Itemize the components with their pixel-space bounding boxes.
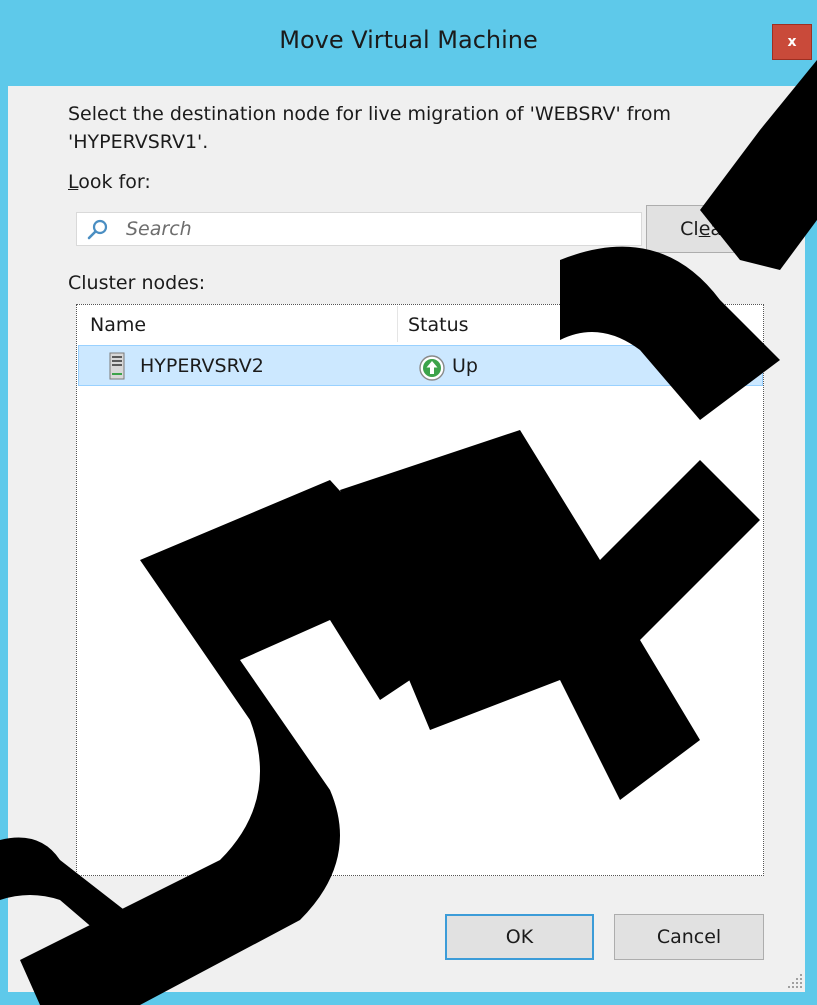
clear-button[interactable]: Clear — [646, 205, 764, 253]
look-for-label-rest: ook for: — [78, 171, 151, 193]
node-name: HYPERVSRV2 — [140, 355, 264, 377]
up-arrow-icon — [419, 355, 445, 381]
cluster-nodes-label: Cluster nodes: — [68, 272, 206, 294]
clear-button-label-b: ar — [710, 218, 730, 240]
search-placeholder: Search — [126, 218, 192, 240]
node-status: Up — [452, 355, 478, 377]
column-header-status[interactable]: Status — [408, 314, 469, 336]
ok-button[interactable]: OK — [445, 914, 594, 960]
look-for-label-accel: L — [68, 171, 79, 193]
dialog-title: Move Virtual Machine — [279, 26, 538, 54]
column-divider[interactable] — [397, 306, 398, 342]
search-icon — [87, 219, 108, 240]
clear-button-label-accel: e — [698, 218, 711, 240]
clear-button-label-a: Cl — [680, 218, 699, 240]
resize-grip-icon[interactable] — [788, 972, 804, 988]
column-divider[interactable] — [718, 306, 719, 342]
close-button[interactable]: x — [772, 24, 812, 60]
migration-prompt: Select the destination node for live mig… — [68, 103, 672, 153]
look-for-label: Look for: — [68, 171, 151, 193]
title-bar[interactable]: Move Virtual Machine x — [0, 0, 817, 86]
cluster-nodes-list[interactable] — [76, 304, 764, 876]
column-header-name[interactable]: Name — [90, 314, 146, 336]
cancel-button[interactable]: Cancel — [614, 914, 764, 960]
server-icon — [109, 352, 125, 380]
